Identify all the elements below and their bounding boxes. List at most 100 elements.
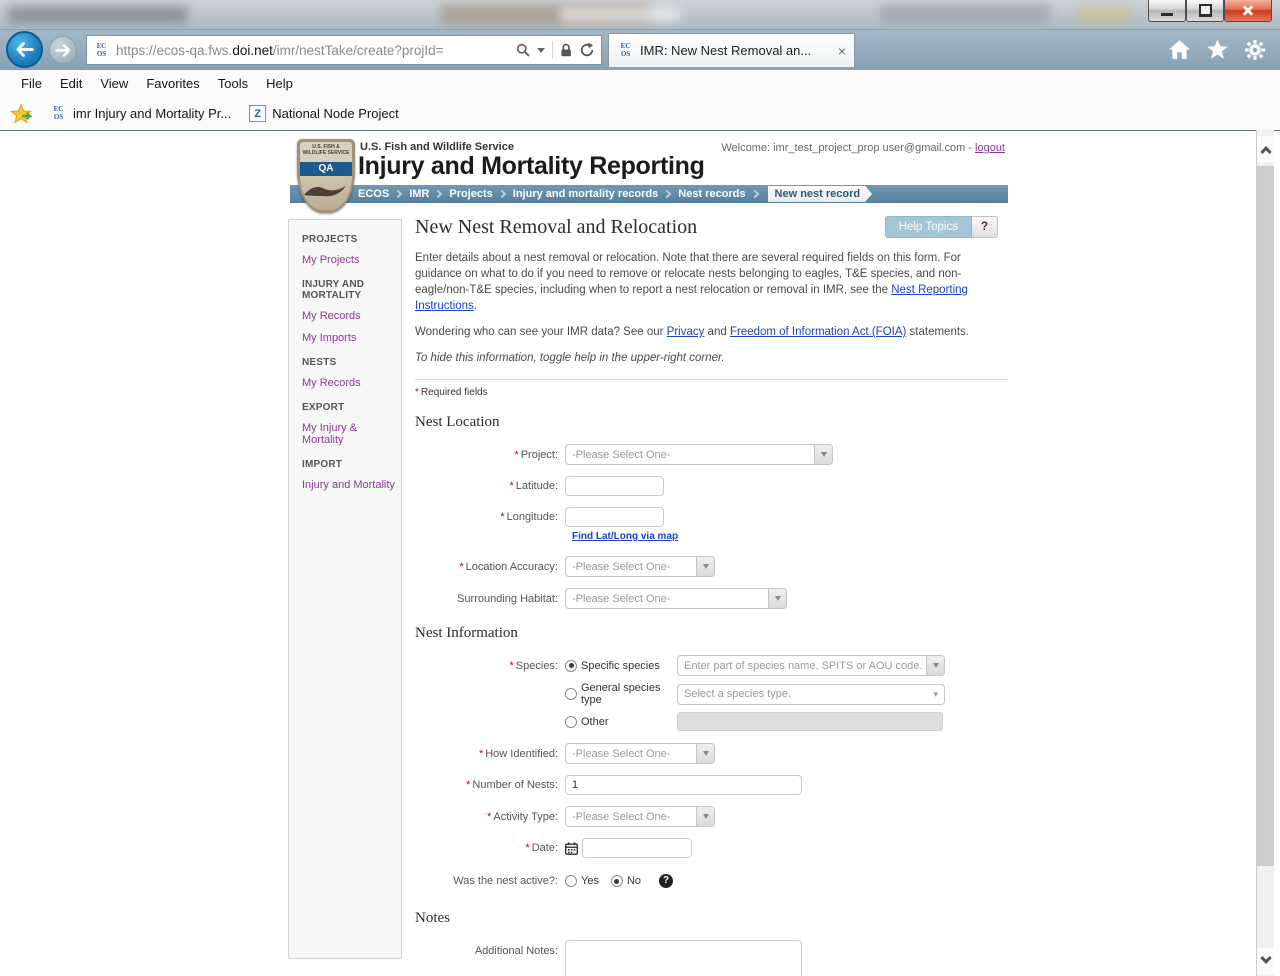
help-toggle-button[interactable]: ? <box>971 216 998 238</box>
breadcrumb-projects[interactable]: Projects <box>449 188 492 200</box>
activity-type-label: * Activity Type: <box>487 810 558 823</box>
sidebar-header-projects: PROJECTS <box>302 234 358 245</box>
scroll-down-button[interactable] <box>1257 948 1274 974</box>
location-accuracy-select[interactable]: -Please Select One- <box>565 556 715 577</box>
menu-favorites[interactable]: Favorites <box>137 76 208 91</box>
address-dropdown-icon[interactable] <box>537 47 545 53</box>
sidebar-item-my-records[interactable]: My Records <box>302 310 395 322</box>
sidebar-item-my-injury-mortality[interactable]: My Injury & Mortality <box>302 422 395 446</box>
specific-species-combobox[interactable]: Enter part of species name, SPITS or AOU… <box>677 655 945 676</box>
latitude-row: * Latitude: <box>415 476 1008 496</box>
sidebar-header-export: EXPORT <box>302 402 345 413</box>
forward-button[interactable] <box>49 36 77 64</box>
find-latlong-map-link[interactable]: Find Lat/Long via map <box>572 531 678 542</box>
date-input[interactable] <box>582 838 692 858</box>
add-favorite-button[interactable] <box>10 103 32 124</box>
tab-close-icon[interactable]: × <box>838 44 846 58</box>
minimize-button[interactable] <box>1148 0 1186 22</box>
app-title: Injury and Mortality Reporting <box>358 152 705 180</box>
surrounding-habitat-select[interactable]: -Please Select One- <box>565 588 787 609</box>
menu-help[interactable]: Help <box>257 76 302 91</box>
other-species-radio[interactable] <box>565 715 577 728</box>
sidebar-item-import-injury-mortality[interactable]: Injury and Mortality <box>302 479 395 491</box>
nest-active-help-icon[interactable]: ? <box>659 874 674 888</box>
chevron-down-icon <box>932 663 939 668</box>
favorites-star-icon[interactable] <box>1206 39 1229 60</box>
privacy-link[interactable]: Privacy <box>667 326 705 338</box>
address-bar[interactable]: EC OS https://ecos-qa.fws.doi.net/imr/nes… <box>86 35 602 65</box>
restore-button[interactable] <box>1186 0 1224 22</box>
project-select[interactable]: -Please Select One- <box>565 444 833 465</box>
nest-active-yes-radio[interactable] <box>565 875 577 887</box>
menu-tools[interactable]: Tools <box>209 76 257 91</box>
divider <box>415 379 1008 380</box>
favorite-item-imr[interactable]: EC OS imr Injury and Mortality Pr... <box>50 105 232 122</box>
activity-type-select[interactable]: -Please Select One- <box>565 806 715 827</box>
vertical-scrollbar[interactable] <box>1256 130 1274 976</box>
section-nest-information: Nest Information <box>415 625 518 641</box>
general-species-type-select[interactable]: Select a species type. ▾ <box>677 683 945 705</box>
home-icon[interactable] <box>1168 39 1191 60</box>
latitude-input[interactable] <box>565 476 664 496</box>
minimize-icon <box>1161 13 1173 16</box>
surrounding-habitat-select-arrow[interactable] <box>768 589 786 608</box>
sidebar-item-my-projects[interactable]: My Projects <box>302 254 395 266</box>
general-species-type-radio[interactable] <box>565 688 577 700</box>
tab-ecos-favicon: EC OS <box>620 42 631 58</box>
location-accuracy-select-arrow[interactable] <box>696 557 714 576</box>
number-of-nests-row: * Number of Nests: <box>415 775 1008 795</box>
logout-link[interactable]: logout <box>975 142 1005 154</box>
search-icon[interactable] <box>516 43 530 57</box>
chevron-right-icon <box>750 189 759 199</box>
chevron-right-icon <box>393 189 403 199</box>
sidebar-header-import: IMPORT <box>302 459 343 470</box>
activity-type-row: * Activity Type: -Please Select One- <box>415 806 1008 827</box>
settings-gear-icon[interactable] <box>1244 39 1266 61</box>
menu-file[interactable]: File <box>12 76 51 91</box>
window-title-bar <box>0 0 1280 30</box>
species-general-row: General species type Select a species ty… <box>415 682 1008 706</box>
sidebar-item-nests-my-records[interactable]: My Records <box>302 377 395 389</box>
how-identified-select[interactable]: -Please Select One- <box>565 743 715 764</box>
back-arrow-icon <box>16 42 34 57</box>
activity-type-select-arrow[interactable] <box>696 807 714 826</box>
nest-active-no-radio[interactable] <box>610 875 623 887</box>
nest-active-row: Was the nest active?: Yes No ? <box>415 874 1008 888</box>
lock-icon[interactable] <box>560 43 572 57</box>
back-button[interactable] <box>6 31 43 68</box>
help-topics-button[interactable]: Help Topics <box>884 216 972 238</box>
intro-paragraph-3: To hide this information, toggle help in… <box>415 352 725 364</box>
number-of-nests-input[interactable] <box>565 775 802 795</box>
close-button[interactable] <box>1224 0 1272 22</box>
fws-logo-scene <box>300 176 352 210</box>
additional-notes-textarea[interactable] <box>565 940 802 976</box>
favorite-label: imr Injury and Mortality Pr... <box>73 106 232 121</box>
refresh-icon[interactable] <box>579 42 595 58</box>
how-identified-row: * How Identified: -Please Select One- <box>415 743 1008 764</box>
sidebar-header-nests: NESTS <box>302 357 337 368</box>
project-select-arrow[interactable] <box>814 445 832 464</box>
how-identified-select-arrow[interactable] <box>696 744 714 763</box>
breadcrumb-injury-mortality-records[interactable]: Injury and mortality records <box>513 188 658 200</box>
specific-species-radio[interactable] <box>565 659 577 672</box>
favorite-item-national-node[interactable]: Z National Node Project <box>249 105 399 122</box>
menu-view[interactable]: View <box>91 76 137 91</box>
sidebar-item-my-imports[interactable]: My Imports <box>302 332 395 344</box>
calendar-icon[interactable] <box>565 841 578 855</box>
breadcrumb-imr[interactable]: IMR <box>409 188 429 200</box>
section-nest-location: Nest Location <box>415 414 500 430</box>
scrollbar-thumb[interactable] <box>1257 166 1274 866</box>
scroll-up-button[interactable] <box>1257 136 1274 162</box>
browser-tab[interactable]: EC OS IMR: New Nest Removal an... × <box>608 33 855 67</box>
menu-edit[interactable]: Edit <box>51 76 91 91</box>
nest-active-yes-label: Yes <box>581 875 599 887</box>
breadcrumb-ecos[interactable]: ECOS <box>358 188 389 200</box>
surrounding-habitat-label: Surrounding Habitat: <box>457 592 558 605</box>
fws-logo-text: U.S. FISH & WILDLIFE SERVICE <box>302 144 350 156</box>
main-content: New Nest Removal and Relocation Help Top… <box>415 216 1008 976</box>
specific-species-combobox-arrow[interactable] <box>926 656 944 675</box>
longitude-input[interactable] <box>565 507 664 527</box>
titlebar-background-blur <box>560 7 680 22</box>
breadcrumb-nest-records[interactable]: Nest records <box>678 188 745 200</box>
foia-link[interactable]: Freedom of Information Act (FOIA) <box>730 326 906 338</box>
